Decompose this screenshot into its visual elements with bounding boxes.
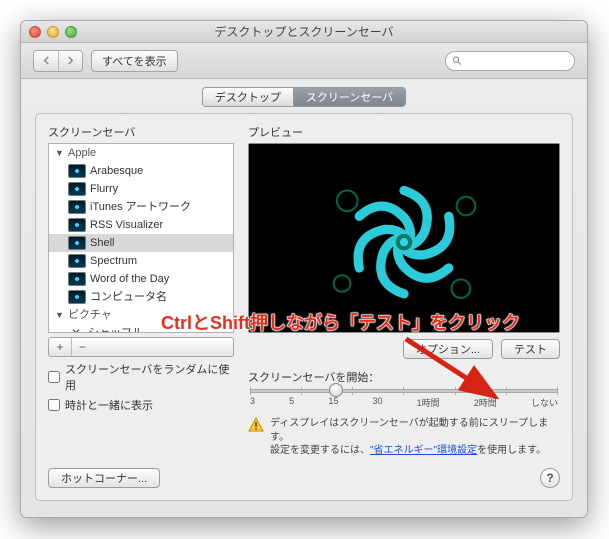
tab-screensaver[interactable]: スクリーンセーバ bbox=[293, 88, 405, 106]
list-item[interactable]: Spectrum bbox=[49, 252, 233, 270]
list-group-pictures[interactable]: ▼ ピクチャ bbox=[49, 306, 233, 324]
start-after-label: スクリーンセーバを開始： bbox=[248, 369, 560, 385]
search-field[interactable] bbox=[445, 51, 575, 71]
close-icon[interactable] bbox=[29, 26, 41, 38]
main-group: スクリーンセーバ ▼ Apple Arabesque Flurry iTunes… bbox=[35, 113, 573, 501]
list-item-shuffle[interactable]: ✕ シャッフル bbox=[49, 324, 233, 333]
saver-thumb-icon bbox=[68, 254, 86, 268]
toolbar: すべてを表示 bbox=[21, 43, 587, 79]
list-item[interactable]: iTunes アートワーク bbox=[49, 198, 233, 216]
list-item-label: Shell bbox=[90, 235, 114, 251]
disclosure-down-icon: ▼ bbox=[55, 145, 64, 161]
saver-thumb-icon bbox=[68, 218, 86, 232]
list-item[interactable]: Flurry bbox=[49, 180, 233, 198]
list-item-label: シャッフル bbox=[88, 325, 143, 333]
right-column: プレビュー bbox=[248, 124, 560, 458]
show-all-button[interactable]: すべてを表示 bbox=[91, 50, 178, 72]
back-button[interactable] bbox=[34, 51, 58, 71]
list-item-selected[interactable]: Shell bbox=[49, 234, 233, 252]
list-item-label: コンピュータ名 bbox=[90, 289, 167, 305]
content: デスクトップ スクリーンセーバ スクリーンセーバ ▼ Apple Arabesq… bbox=[21, 79, 587, 517]
help-button[interactable]: ? bbox=[540, 468, 560, 488]
preview-pane bbox=[248, 143, 560, 333]
tick-label: 1時間 bbox=[417, 396, 440, 409]
tick-label: 2時間 bbox=[474, 396, 497, 409]
tick-label: 3 bbox=[250, 396, 255, 409]
warning-icon bbox=[248, 417, 264, 433]
list-item-label: RSS Visualizer bbox=[90, 217, 163, 233]
tick-label: 5 bbox=[289, 396, 294, 409]
list-item-label: iTunes アートワーク bbox=[90, 199, 191, 215]
add-button[interactable]: + bbox=[49, 338, 71, 356]
saver-thumb-icon bbox=[68, 236, 86, 250]
list-item-label: Spectrum bbox=[90, 253, 137, 269]
saver-thumb-icon bbox=[68, 290, 86, 304]
list-group-label: ピクチャ bbox=[68, 307, 112, 323]
clock-label: 時計と一緒に表示 bbox=[65, 397, 153, 413]
remove-button[interactable]: − bbox=[71, 338, 93, 356]
list-item[interactable]: Word of the Day bbox=[49, 270, 233, 288]
shuffle-icon: ✕ bbox=[68, 325, 84, 333]
search-input[interactable] bbox=[465, 55, 568, 67]
prefs-window: デスクトップとスクリーンセーバ すべてを表示 デスクトップ スクリーンセーバ bbox=[20, 20, 588, 518]
preview-graphic-icon bbox=[249, 144, 559, 333]
note-line2a: 設定を変更するには、 bbox=[270, 445, 370, 456]
clock-checkbox[interactable] bbox=[48, 399, 60, 411]
screensaver-list[interactable]: ▼ Apple Arabesque Flurry iTunes アートワーク R… bbox=[48, 143, 234, 333]
titlebar: デスクトップとスクリーンセーバ bbox=[21, 21, 587, 43]
random-checkbox[interactable] bbox=[48, 371, 60, 383]
random-label: スクリーンセーバをランダムに使用 bbox=[65, 361, 234, 393]
options-button[interactable]: オプション... bbox=[403, 339, 493, 359]
list-group-label: Apple bbox=[68, 145, 96, 161]
nav-buttons bbox=[33, 50, 83, 72]
tab-bar: デスクトップ スクリーンセーバ bbox=[35, 87, 573, 107]
left-column: スクリーンセーバ ▼ Apple Arabesque Flurry iTunes… bbox=[48, 124, 234, 458]
list-item[interactable]: RSS Visualizer bbox=[49, 216, 233, 234]
list-item[interactable]: コンピュータ名 bbox=[49, 288, 233, 306]
traffic-lights bbox=[29, 26, 77, 38]
note-line1: ディスプレイはスクリーンセーバが起動する前にスリープします。 bbox=[270, 417, 560, 444]
disclosure-down-icon: ▼ bbox=[55, 307, 64, 323]
saver-thumb-icon bbox=[68, 182, 86, 196]
test-button[interactable]: テスト bbox=[501, 339, 560, 359]
forward-button[interactable] bbox=[58, 51, 82, 71]
list-item-label: Arabesque bbox=[90, 163, 143, 179]
preview-label: プレビュー bbox=[248, 124, 560, 140]
add-remove-control: + − bbox=[48, 337, 234, 357]
note-line2b: を使用します。 bbox=[477, 445, 546, 456]
saver-thumb-icon bbox=[68, 272, 86, 286]
start-after-slider[interactable]: 3 5 15 30 1時間 2時間 しない bbox=[250, 389, 558, 409]
minimize-icon[interactable] bbox=[47, 26, 59, 38]
window-title: デスクトップとスクリーンセーバ bbox=[21, 23, 587, 40]
saver-thumb-icon bbox=[68, 200, 86, 214]
list-item-label: Flurry bbox=[90, 181, 118, 197]
list-item-label: Word of the Day bbox=[90, 271, 169, 287]
zoom-icon[interactable] bbox=[65, 26, 77, 38]
list-group-apple[interactable]: ▼ Apple bbox=[49, 144, 233, 162]
list-item[interactable]: Arabesque bbox=[49, 162, 233, 180]
tick-label: 15 bbox=[328, 396, 338, 409]
clock-checkbox-row[interactable]: 時計と一緒に表示 bbox=[48, 397, 234, 413]
warning-note: ディスプレイはスクリーンセーバが起動する前にスリープします。 設定を変更するには… bbox=[248, 417, 560, 458]
saver-thumb-icon bbox=[68, 164, 86, 178]
tab-desktop[interactable]: デスクトップ bbox=[203, 88, 293, 106]
tick-label: しない bbox=[531, 396, 558, 409]
random-checkbox-row[interactable]: スクリーンセーバをランダムに使用 bbox=[48, 361, 234, 393]
tick-label: 30 bbox=[372, 396, 382, 409]
hot-corners-button[interactable]: ホットコーナー... bbox=[48, 468, 160, 488]
search-icon bbox=[452, 55, 462, 66]
screensaver-list-label: スクリーンセーバ bbox=[48, 124, 234, 140]
energy-saver-link[interactable]: "省エネルギー"環境設定 bbox=[370, 445, 477, 456]
